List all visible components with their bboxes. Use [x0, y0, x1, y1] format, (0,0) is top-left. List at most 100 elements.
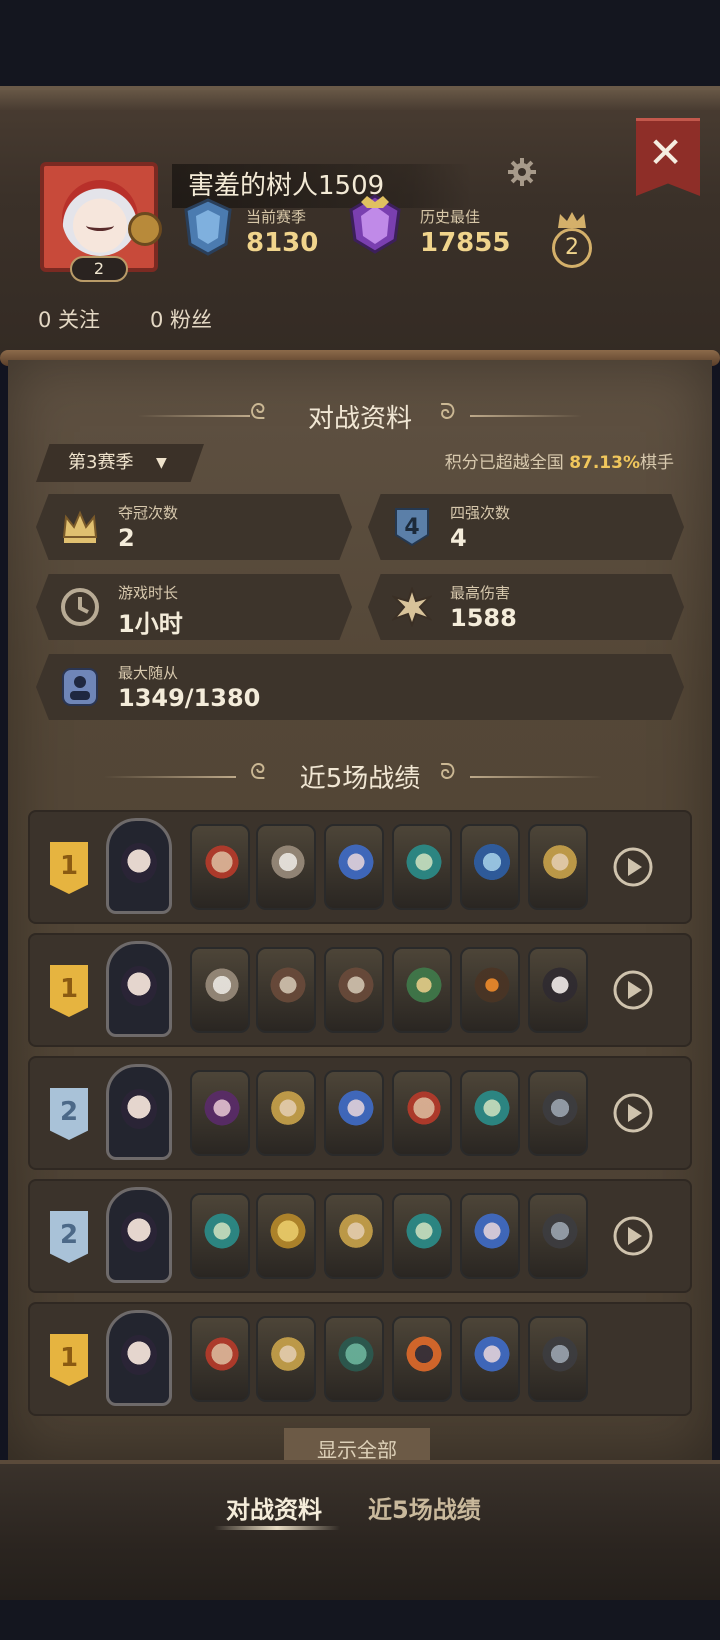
match-row[interactable]: 2 [28, 1179, 692, 1293]
unit-portrait [256, 1316, 316, 1402]
unit-portrait [324, 1070, 384, 1156]
stat-value: 4 [450, 524, 467, 552]
profile-header: 2 害羞的树人1509 当前赛季 8130 历史最佳 17855 2 0 关注 … [0, 86, 720, 356]
unit-portrait [256, 824, 316, 910]
stat-label: 游戏时长 [118, 584, 179, 602]
unit-portrait [392, 824, 452, 910]
stat-value: 2 [118, 524, 135, 552]
crown-icon [558, 212, 586, 228]
rank-percent-suffix: 棋手 [640, 453, 674, 473]
stat-label: 夺冠次数 [118, 504, 179, 522]
hero-portrait [106, 1064, 172, 1160]
hero-portrait [106, 941, 172, 1037]
crown-icon [62, 510, 98, 543]
avatar-level-badge: 2 [70, 256, 128, 282]
avatar-decoration-icon [128, 212, 162, 246]
match-row[interactable]: 1 [28, 933, 692, 1047]
stat-card-minions: 最大随从 1349/1380 [36, 654, 684, 720]
top4-shield-icon: 4 [395, 508, 429, 547]
hero-portrait [106, 1310, 172, 1406]
stat-card-top4: 4 四强次数 4 [368, 494, 684, 560]
ornament-icon: ᘐ [440, 760, 456, 785]
damage-burst-icon [392, 587, 432, 627]
season-select-label: 第3赛季 [68, 452, 134, 473]
unit-portrait [528, 1316, 588, 1402]
best-count-badge: 2 [552, 228, 592, 268]
gear-icon[interactable] [506, 156, 538, 188]
unit-portrait [190, 947, 250, 1033]
bottom-tab-bar [0, 1460, 720, 1600]
place-badge: 1 [50, 965, 88, 1017]
divider-right [470, 776, 602, 778]
unit-portrait [528, 824, 588, 910]
svg-text:4: 4 [404, 515, 419, 540]
unit-portrait [460, 1316, 520, 1402]
stat-label: 四强次数 [450, 504, 511, 522]
tab-battle-stats[interactable]: 对战资料 [226, 1490, 322, 1525]
stat-card-wins: 夺冠次数 2 [36, 494, 352, 560]
chevron-down-icon: ▼ [156, 455, 167, 471]
clock-icon [61, 588, 99, 626]
unit-portrait [256, 1193, 316, 1279]
hero-portrait [106, 1187, 172, 1283]
place-badge: 1 [50, 842, 88, 894]
unit-portrait [190, 1070, 250, 1156]
stat-card-damage: 最高伤害 1588 [368, 574, 684, 640]
season-rank-icon [184, 198, 232, 256]
minion-icon [62, 668, 98, 706]
best-label: 历史最佳 [420, 208, 481, 226]
tab-active-indicator [214, 1526, 340, 1530]
unit-portrait [324, 1316, 384, 1402]
replay-icon[interactable] [612, 846, 654, 888]
ornament-icon: ᘐ [440, 400, 456, 425]
match-row[interactable]: 1 [28, 1302, 692, 1416]
place-badge: 1 [50, 1334, 88, 1386]
place-badge: 2 [50, 1211, 88, 1263]
unit-portrait [392, 1316, 452, 1402]
unit-portrait [190, 1316, 250, 1402]
stat-value: 1588 [450, 604, 517, 632]
battle-section-title: 对战资料 [307, 404, 412, 434]
status-bar-area [0, 0, 720, 90]
following-count[interactable]: 0 关注 [38, 304, 100, 334]
hero-portrait [106, 818, 172, 914]
followers-count[interactable]: 0 粉丝 [150, 304, 212, 334]
tab-recent-matches[interactable]: 近5场战绩 [368, 1490, 481, 1525]
unit-portrait [528, 947, 588, 1033]
rank-percent-value: 87.13% [569, 453, 640, 473]
unit-portrait [324, 1193, 384, 1279]
avatar-face [62, 180, 138, 256]
unit-portrait [460, 1193, 520, 1279]
close-icon: ✕ [648, 128, 684, 177]
unit-portrait [190, 824, 250, 910]
best-value: 17855 [420, 228, 511, 258]
match-row[interactable]: 1 [28, 810, 692, 924]
stat-card-playtime: 游戏时长 1小时 [36, 574, 352, 640]
unit-portrait [256, 947, 316, 1033]
current-season-label: 当前赛季 [246, 208, 307, 226]
recent-section-title: 近5场战绩 [299, 764, 421, 794]
current-season-value: 8130 [246, 228, 319, 258]
unit-portrait [392, 1070, 452, 1156]
unit-portrait [324, 824, 384, 910]
unit-portrait [324, 947, 384, 1033]
season-select[interactable]: 第3赛季 ▼ [36, 444, 204, 482]
stat-label: 最高伤害 [450, 584, 511, 602]
stat-value: 1小时 [118, 610, 183, 638]
unit-portrait [392, 1193, 452, 1279]
unit-portrait [256, 1070, 316, 1156]
replay-icon[interactable] [612, 1092, 654, 1134]
unit-portrait [460, 824, 520, 910]
place-badge: 2 [50, 1088, 88, 1140]
match-row[interactable]: 2 [28, 1056, 692, 1170]
stat-label: 最大随从 [118, 664, 179, 682]
unit-portrait [528, 1193, 588, 1279]
replay-icon[interactable] [612, 1215, 654, 1257]
rank-percent-text: 积分已超越全国 87.13%棋手 [445, 448, 674, 473]
replay-icon[interactable] [612, 969, 654, 1011]
unit-portrait [460, 1070, 520, 1156]
unit-portrait [460, 947, 520, 1033]
unit-portrait [528, 1070, 588, 1156]
unit-portrait [190, 1193, 250, 1279]
bottom-strip [0, 1600, 720, 1640]
